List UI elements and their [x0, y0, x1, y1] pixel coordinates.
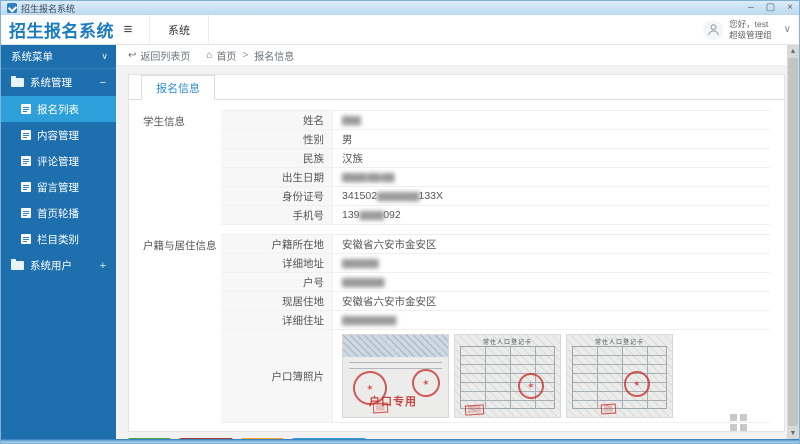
sidebar-item-content-manage[interactable]: 内容管理 [1, 122, 116, 148]
panel-tab-strip: 报名信息 [129, 75, 784, 100]
group-title: 学生信息 [143, 116, 185, 128]
document-icon [21, 156, 31, 166]
grid-layout-icon[interactable] [730, 414, 747, 431]
sidebar-section-system-users[interactable]: 系统用户 + [1, 252, 116, 279]
back-arrow-icon: ↩ [128, 49, 137, 61]
red-seal-icon: ▒▒▒ [464, 404, 485, 416]
document-icon [21, 234, 31, 244]
group-student-info: 学生信息 姓名 ▇▇▇ 性别 男 民族 汉族 出生日期 ▇▇▇▇-▇▇-▇▇ 身… [143, 110, 770, 225]
photo-decoration [572, 346, 667, 409]
chevron-down-icon: ∨ [101, 51, 108, 61]
field-row-household-photos: 户口簿照片 ★ ★ 户口专用 ▒▒ 常住人口登记卡 ★ ▒▒▒ 常住人口登记卡 … [221, 330, 770, 423]
red-seal-icon: ▒▒ [372, 402, 388, 414]
app-header: 招生报名系统 ≡ 系统 您好，test 超级管理组 ∨ [1, 15, 799, 45]
user-chevron-down-icon[interactable]: ∨ [784, 24, 791, 35]
approve-button[interactable]: 通过 [128, 438, 171, 439]
scrollbar-thumb[interactable] [788, 58, 798, 426]
group-title: 户籍与居住信息 [143, 240, 217, 252]
field-row-detail-address: 详细地址 ▇▇▇▇▇▇ [221, 254, 770, 273]
action-bar: 通过 不通过 原因 返回上一页 [128, 438, 787, 439]
vertical-scrollbar[interactable]: ▲ ▼ [787, 45, 799, 439]
redacted-value: ▇▇▇ [342, 114, 361, 125]
back-to-list-link[interactable]: ↩ 返回列表页 [128, 48, 190, 63]
document-icon [21, 182, 31, 192]
scroll-up-icon[interactable]: ▲ [787, 45, 799, 57]
breadcrumb-separator: > [242, 49, 249, 61]
app-logo-icon [7, 3, 17, 13]
main-content: ↩ 返回列表页 ⌂ 首页 > 报名信息 报名信息 学生信息 姓名 ▇▇▇ 性别 … [116, 45, 799, 439]
document-icon [21, 130, 31, 140]
field-row-birthdate: 出生日期 ▇▇▇▇-▇▇-▇▇ [221, 168, 770, 187]
doc-title: 常住人口登记卡 [594, 340, 644, 346]
user-greeting: 您好，test [729, 18, 769, 29]
breadcrumb-home-link[interactable]: ⌂ 首页 [206, 48, 236, 63]
field-row-current-address: 详细住址 ▇▇▇▇▇▇▇▇▇ [221, 311, 770, 330]
header-tab-strip: 系统 [149, 15, 209, 44]
photo-decoration [343, 335, 448, 357]
os-titlebar: 招生报名系统 – ▢ × [1, 1, 799, 15]
enroll-info-panel: 报名信息 学生信息 姓名 ▇▇▇ 性别 男 民族 汉族 出生日期 ▇▇▇▇-▇▇… [128, 74, 785, 432]
hamburger-menu-icon[interactable]: ≡ [113, 15, 143, 44]
app-window: 招生报名系统 – ▢ × 招生报名系统 ≡ 系统 您好，test 超级管理组 ∨ [0, 0, 800, 444]
sidebar-menu-title: 系统菜单 [11, 51, 53, 63]
sidebar-item-enroll-list[interactable]: 报名列表 [1, 96, 116, 122]
field-row-phone: 手机号 139 ▇▇▇▇ 092 [221, 206, 770, 225]
user-menu[interactable]: 您好，test 超级管理组 ∨ [703, 15, 799, 44]
collapse-icon: − [99, 76, 106, 89]
sidebar-menu-header[interactable]: 系统菜单 ∨ [1, 45, 116, 69]
redacted-value: ▇▇▇▇▇▇▇▇▇ [342, 314, 396, 325]
folder-icon [11, 259, 24, 270]
scroll-down-icon[interactable]: ▼ [787, 427, 799, 439]
household-photo-3[interactable]: 常住人口登记卡 ▒▒ [566, 334, 673, 418]
home-icon: ⌂ [206, 49, 213, 61]
document-icon [21, 104, 31, 114]
sidebar-item-comment-manage[interactable]: 评论管理 [1, 148, 116, 174]
redacted-value: ▇▇▇▇ [359, 209, 385, 220]
redacted-value: ▇▇▇▇▇▇ [342, 257, 379, 268]
minimize-button[interactable]: – [748, 3, 754, 13]
window-title: 招生报名系统 [21, 3, 76, 14]
field-row-current-place: 现居住地 安徽省六安市金安区 [221, 292, 770, 311]
document-icon [21, 208, 31, 218]
window-bottom-border [1, 439, 799, 443]
tab-enroll-info[interactable]: 报名信息 [141, 75, 215, 100]
red-seal-icon: ▒▒ [600, 403, 616, 415]
field-row-ethnicity: 民族 汉族 [221, 149, 770, 168]
close-button[interactable]: × [787, 3, 793, 13]
redacted-value: ▇▇▇▇▇▇▇ [342, 276, 384, 287]
app-logo-text: 招生报名系统 [9, 22, 114, 41]
sidebar-section-system-manage[interactable]: 系统管理 − [1, 69, 116, 96]
household-photo-2[interactable]: 常住人口登记卡 ▒▒▒ [454, 334, 561, 418]
user-icon [703, 19, 724, 40]
household-photo-1[interactable]: 户口专用 ▒▒ [342, 334, 449, 418]
redacted-value: ▇▇▇▇-▇▇-▇▇ [342, 171, 394, 182]
back-previous-page-button[interactable]: 返回上一页 [291, 438, 366, 439]
sidebar-item-column-category[interactable]: 栏目类别 [1, 226, 116, 252]
breadcrumb: ↩ 返回列表页 ⌂ 首页 > 报名信息 [116, 45, 787, 66]
field-row-household-number: 户号 ▇▇▇▇▇▇▇ [221, 273, 770, 292]
field-row-registered-place: 户籍所在地 安徽省六安市金安区 [221, 235, 770, 254]
breadcrumb-current: 报名信息 [254, 51, 295, 63]
folder-icon [11, 76, 24, 87]
sidebar: 系统菜单 ∨ 系统管理 − 报名列表 内容管理 评论管理 留言管理 首页轮播 栏… [1, 45, 116, 439]
tab-system[interactable]: 系统 [149, 15, 209, 44]
sidebar-item-home-carousel[interactable]: 首页轮播 [1, 200, 116, 226]
field-row-name: 姓名 ▇▇▇ [221, 111, 770, 130]
field-row-id-number: 身份证号 341502 ▇▇▇▇▇▇▇ 133X [221, 187, 770, 206]
maximize-button[interactable]: ▢ [766, 3, 775, 13]
user-role: 超级管理组 [729, 29, 772, 40]
expand-icon: + [99, 259, 106, 272]
sidebar-item-message-manage[interactable]: 留言管理 [1, 174, 116, 200]
group-household-info: 户籍与居住信息 户籍所在地 安徽省六安市金安区 详细地址 ▇▇▇▇▇▇ 户号 ▇… [143, 234, 770, 423]
reject-button[interactable]: 不通过 [179, 438, 233, 439]
reason-button[interactable]: 原因 [240, 438, 284, 439]
field-row-gender: 性别 男 [221, 130, 770, 149]
doc-title: 常住人口登记卡 [482, 340, 532, 346]
redacted-value: ▇▇▇▇▇▇▇ [377, 190, 419, 201]
